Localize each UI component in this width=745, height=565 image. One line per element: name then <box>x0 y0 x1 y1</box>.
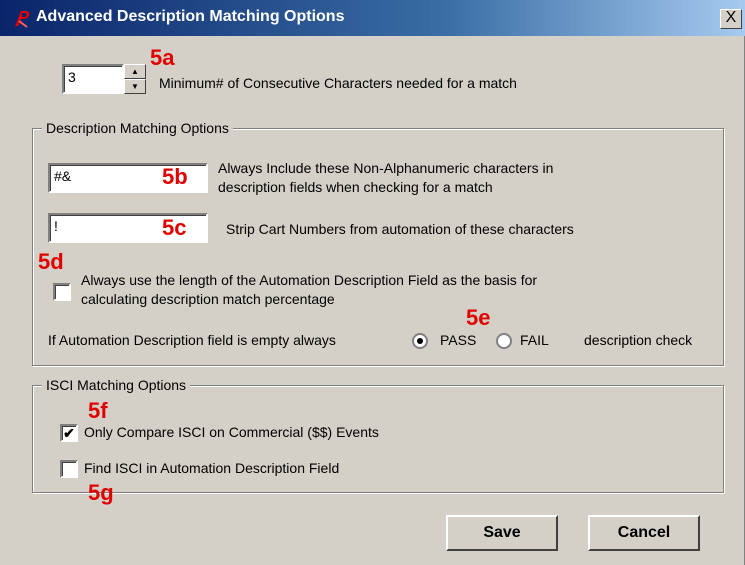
title-bar[interactable]: Advanced Description Matching Options X <box>0 0 745 36</box>
cancel-button[interactable]: Cancel <box>588 515 700 551</box>
annotation-5b: 5b <box>162 164 188 189</box>
pass-radio[interactable] <box>412 333 428 349</box>
app-logo-icon <box>15 11 30 28</box>
pass-label: PASS <box>440 332 477 348</box>
min-chars-input[interactable]: 3 <box>62 64 124 94</box>
only-commercial-label: Only Compare ISCI on Commercial ($$) Eve… <box>84 424 379 440</box>
fail-radio[interactable] <box>496 333 512 349</box>
isci-matching-legend: ISCI Matching Options <box>42 377 191 393</box>
empty-field-prefix: If Automation Description field is empty… <box>48 332 336 348</box>
min-chars-spinner[interactable]: ▲ ▼ <box>124 64 146 94</box>
annotation-5a: 5a <box>150 45 175 70</box>
spin-up-icon[interactable]: ▲ <box>124 64 146 79</box>
annotation-5e: 5e <box>466 305 491 330</box>
annotation-5g: 5g <box>88 480 114 505</box>
save-button[interactable]: Save <box>446 515 558 551</box>
spin-down-icon[interactable]: ▼ <box>124 79 146 94</box>
window-title: Advanced Description Matching Options <box>36 8 345 25</box>
strip-chars-label: Strip Cart Numbers from automation of th… <box>226 221 574 237</box>
min-chars-label: Minimum# of Consecutive Characters neede… <box>159 75 517 91</box>
dialog-window: Advanced Description Matching Options X … <box>0 0 745 565</box>
nonalpha-label-line2: description fields when checking for a m… <box>218 179 493 195</box>
use-length-checkbox[interactable] <box>53 283 71 301</box>
annotation-5d: 5d <box>38 249 64 274</box>
annotation-5f: 5f <box>88 398 108 423</box>
close-button[interactable]: X <box>720 9 742 29</box>
use-length-label-line1: Always use the length of the Automation … <box>81 272 538 288</box>
only-commercial-checkbox[interactable]: ✔ <box>60 424 78 442</box>
annotation-5c: 5c <box>162 215 187 240</box>
description-matching-legend: Description Matching Options <box>42 120 233 136</box>
find-isci-label: Find ISCI in Automation Description Fiel… <box>84 460 340 476</box>
fail-label: FAIL <box>520 332 549 348</box>
nonalpha-label-line1: Always Include these Non-Alphanumeric ch… <box>218 160 554 176</box>
find-isci-checkbox[interactable] <box>60 460 78 478</box>
empty-field-suffix: description check <box>584 332 693 348</box>
use-length-label-line2: calculating description match percentage <box>81 291 335 307</box>
pass-radio-dot <box>417 338 423 344</box>
